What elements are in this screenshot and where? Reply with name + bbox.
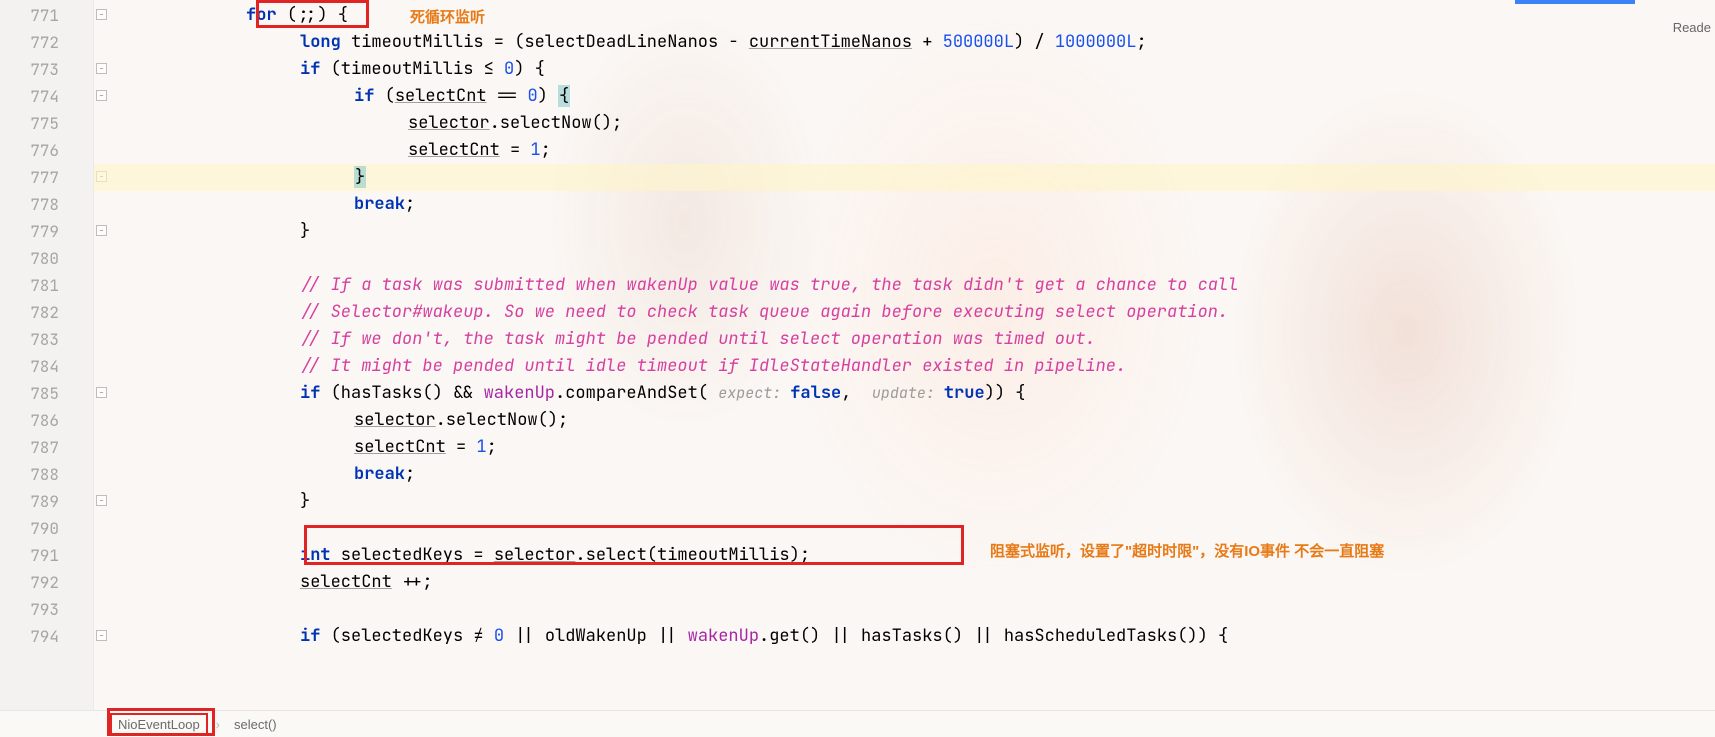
line-number[interactable]: 787 [0,434,93,461]
line-number[interactable]: 790 [0,515,93,542]
line-number[interactable]: 794 [0,623,93,650]
line-number[interactable]: 784 [0,353,93,380]
code-editor[interactable]: 7717727737747757767777787797807817827837… [0,0,1715,710]
line-number[interactable]: 771 [0,2,93,29]
line-number[interactable]: 786 [0,407,93,434]
code-area[interactable]: for (;;) { long timeoutMillis = (selectD… [94,0,1715,710]
breadcrumb-separator: › [216,717,220,732]
line-number[interactable]: 788 [0,461,93,488]
code-line[interactable]: if (hasTasks() && wakenUp.compareAndSet(… [94,380,1715,407]
line-number[interactable]: 783 [0,326,93,353]
line-number[interactable]: 777 [0,164,93,191]
caret: } [354,166,366,188]
line-number[interactable]: 775 [0,110,93,137]
code-line[interactable]: // If we don't, the task might be pended… [94,326,1715,353]
line-number[interactable]: 774 [0,83,93,110]
code-line[interactable]: if (timeoutMillis ≤ 0) { [94,56,1715,83]
code-line-current[interactable]: } [94,164,1715,191]
code-line[interactable]: if (selectCnt == 0) { [94,83,1715,110]
code-line[interactable]: } [94,218,1715,245]
line-number[interactable]: 791 [0,542,93,569]
line-number[interactable]: 778 [0,191,93,218]
breadcrumb-method[interactable]: select() [228,715,283,734]
code-line[interactable]: if (selectedKeys ≠ 0 || oldWakenUp || wa… [94,623,1715,650]
code-line[interactable]: break; [94,191,1715,218]
code-line[interactable]: long timeoutMillis = (selectDeadLineNano… [94,29,1715,56]
line-number[interactable]: 785 [0,380,93,407]
code-line[interactable]: // It might be pended until idle timeout… [94,353,1715,380]
line-number[interactable]: 789 [0,488,93,515]
breadcrumb-class[interactable]: NioEventLoop [110,713,208,736]
code-line[interactable] [94,245,1715,272]
code-line[interactable]: selectCnt = 1; [94,137,1715,164]
line-number[interactable]: 779 [0,218,93,245]
code-line[interactable] [94,596,1715,623]
breadcrumb[interactable]: NioEventLoop › select() [0,710,1715,737]
gutter[interactable]: 7717727737747757767777787797807817827837… [0,0,94,710]
code-line[interactable] [94,515,1715,542]
line-number[interactable]: 781 [0,272,93,299]
code-line[interactable]: int selectedKeys = selector.select(timeo… [94,542,1715,569]
annotation-loop: 死循环监听 [410,6,485,27]
line-number[interactable]: 780 [0,245,93,272]
code-line[interactable]: selectCnt = 1; [94,434,1715,461]
code-line[interactable]: } [94,488,1715,515]
code-line[interactable]: selector.selectNow(); [94,407,1715,434]
code-line[interactable]: // Selector#wakeup. So we need to check … [94,299,1715,326]
annotation-block: 阻塞式监听，设置了"超时时限"，没有IO事件 不会一直阻塞 [990,540,1384,561]
line-number[interactable]: 772 [0,29,93,56]
line-number[interactable]: 773 [0,56,93,83]
code-line[interactable]: // If a task was submitted when wakenUp … [94,272,1715,299]
line-number[interactable]: 793 [0,596,93,623]
code-line[interactable]: selectCnt ++; [94,569,1715,596]
line-number[interactable]: 782 [0,299,93,326]
line-number[interactable]: 792 [0,569,93,596]
code-line[interactable]: for (;;) { [94,2,1715,29]
code-line[interactable]: break; [94,461,1715,488]
line-number[interactable]: 776 [0,137,93,164]
keyword-for: for [246,4,277,26]
code-line[interactable]: selector.selectNow(); [94,110,1715,137]
